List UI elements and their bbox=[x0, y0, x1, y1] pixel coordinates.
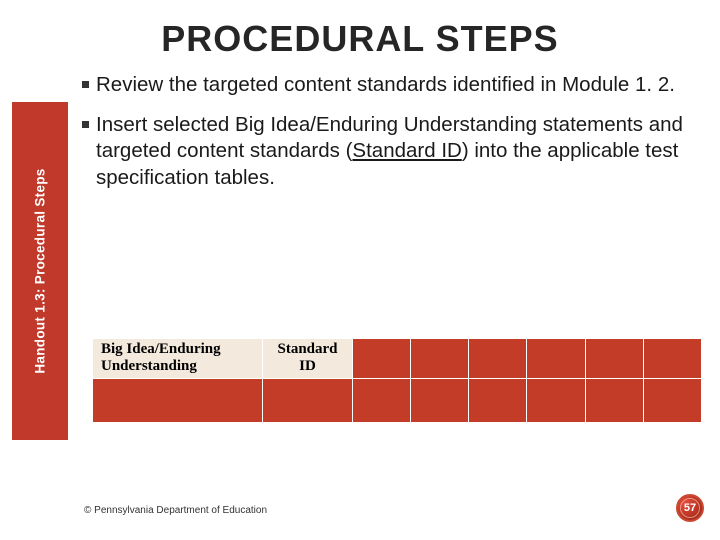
table-cell bbox=[93, 378, 263, 422]
table-row bbox=[93, 378, 702, 422]
table-header-standard-id: Standard ID bbox=[263, 339, 353, 379]
table-cell bbox=[353, 378, 411, 422]
table-cell bbox=[411, 339, 469, 379]
slide: PROCEDURAL STEPS Handout 1.3: Procedural… bbox=[0, 0, 720, 540]
footer-copyright: © Pennsylvania Department of Education bbox=[84, 505, 267, 516]
table-cell bbox=[585, 378, 643, 422]
table-cell bbox=[469, 378, 527, 422]
table-header-row: Big Idea/Enduring Understanding Standard… bbox=[93, 339, 702, 379]
page-number: 57 bbox=[684, 502, 696, 514]
table-cell bbox=[263, 378, 353, 422]
table-cell bbox=[527, 339, 585, 379]
sidebar-tab: Handout 1.3: Procedural Steps bbox=[12, 102, 68, 440]
content-area: Review the targeted content standards id… bbox=[82, 72, 696, 205]
bullet-2-underline: Standard ID bbox=[352, 139, 461, 162]
page-number-badge: 57 bbox=[676, 494, 704, 522]
spec-table: Big Idea/Enduring Understanding Standard… bbox=[92, 338, 702, 423]
page-title: PROCEDURAL STEPS bbox=[0, 0, 720, 60]
table-cell bbox=[643, 339, 701, 379]
table-cell bbox=[469, 339, 527, 379]
table-cell bbox=[353, 339, 411, 379]
table-header-big-idea: Big Idea/Enduring Understanding bbox=[93, 339, 263, 379]
bullet-2: Insert selected Big Idea/Enduring Unders… bbox=[82, 112, 696, 191]
table-cell bbox=[643, 378, 701, 422]
bullet-marker-icon bbox=[82, 121, 89, 128]
table-cell bbox=[585, 339, 643, 379]
bullet-1-text: Review the targeted content standards id… bbox=[96, 73, 675, 96]
sidebar-label: Handout 1.3: Procedural Steps bbox=[33, 168, 48, 373]
bullet-marker-icon bbox=[82, 81, 89, 88]
table-cell bbox=[527, 378, 585, 422]
bullet-1: Review the targeted content standards id… bbox=[82, 72, 696, 98]
table-cell bbox=[411, 378, 469, 422]
